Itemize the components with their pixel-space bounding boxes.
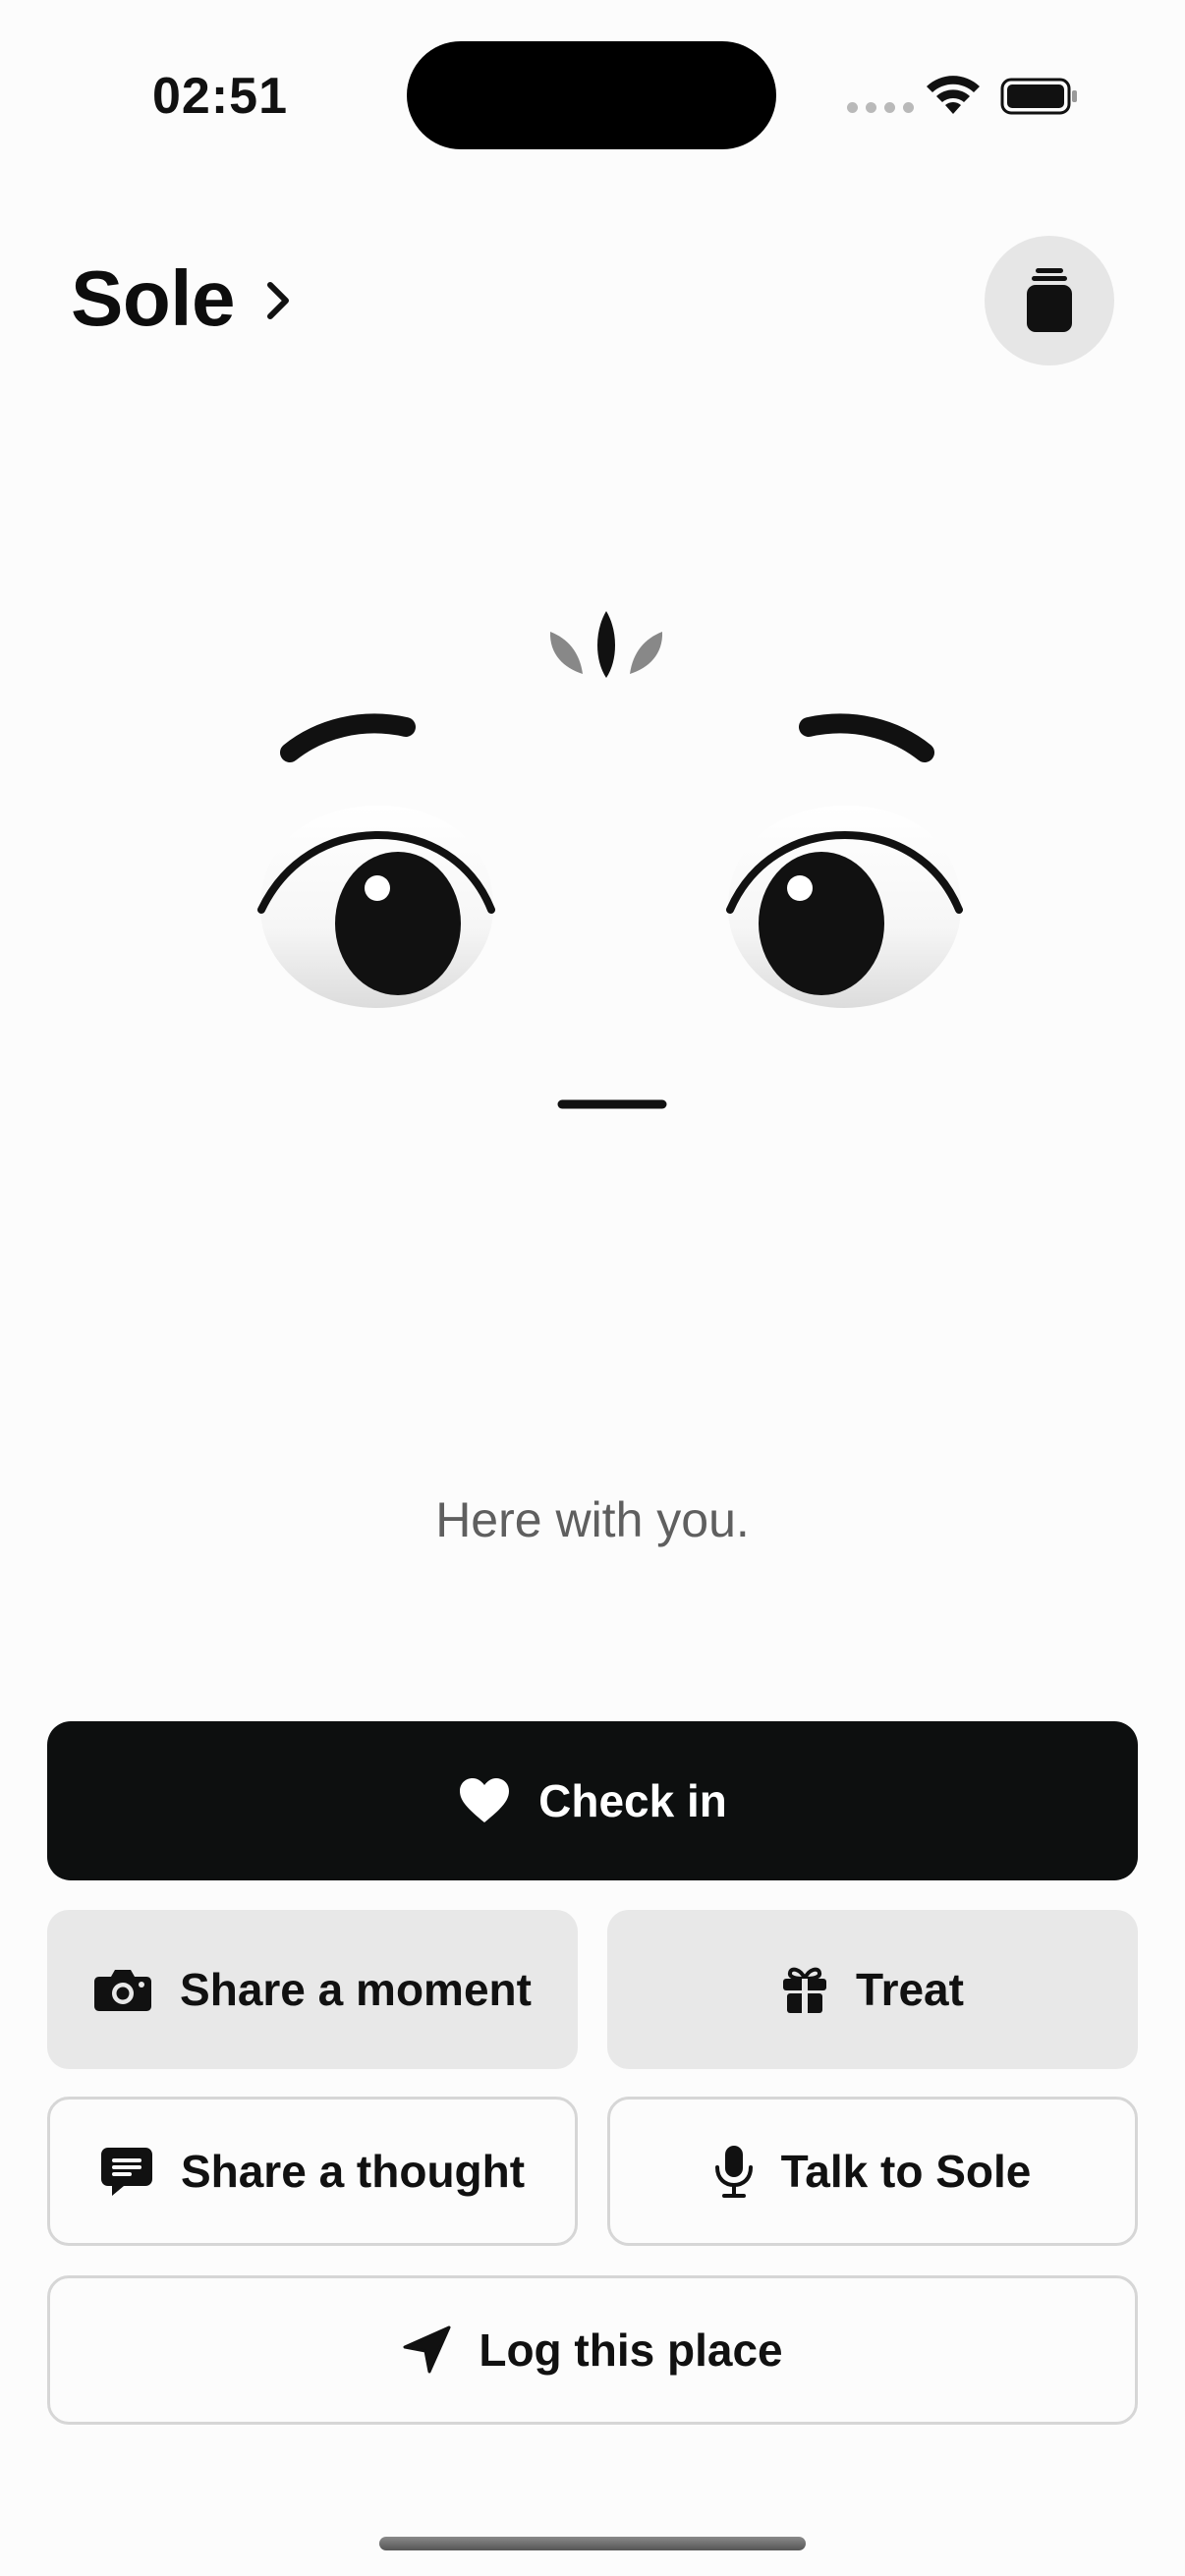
right-eye bbox=[726, 806, 963, 1008]
home-screen: 02:51 Sole Here with you. Check in Share… bbox=[0, 0, 1185, 2576]
log-place-label: Log this place bbox=[479, 2324, 783, 2376]
page-title: Sole bbox=[71, 254, 235, 342]
location-arrow-icon bbox=[403, 2325, 451, 2374]
home-indicator[interactable] bbox=[379, 2537, 806, 2550]
status-time: 02:51 bbox=[152, 68, 288, 125]
treat-label: Treat bbox=[856, 1964, 964, 2015]
share-moment-label: Share a moment bbox=[180, 1964, 532, 2015]
signal-dots-icon bbox=[847, 102, 914, 113]
share-moment-button[interactable]: Share a moment bbox=[47, 1910, 578, 2069]
camera-icon bbox=[94, 1970, 152, 2011]
treat-button[interactable]: Treat bbox=[607, 1910, 1138, 2069]
log-place-button[interactable]: Log this place bbox=[47, 2275, 1138, 2425]
talk-button[interactable]: Talk to Sole bbox=[607, 2097, 1138, 2246]
check-in-label: Check in bbox=[538, 1775, 727, 1826]
gift-icon bbox=[783, 1967, 827, 2014]
jar-button[interactable] bbox=[985, 236, 1114, 365]
companion-name-link[interactable]: Sole bbox=[71, 253, 292, 344]
wifi-icon bbox=[927, 76, 980, 114]
share-thought-label: Share a thought bbox=[180, 2146, 526, 2197]
sprout-icon bbox=[549, 611, 663, 678]
battery-icon bbox=[1000, 78, 1077, 115]
check-in-button[interactable]: Check in bbox=[47, 1721, 1138, 1880]
left-eyebrow bbox=[280, 713, 416, 762]
talk-label: Talk to Sole bbox=[780, 2146, 1032, 2197]
microphone-icon bbox=[714, 2146, 753, 2198]
share-thought-button[interactable]: Share a thought bbox=[47, 2097, 578, 2246]
left-eye bbox=[257, 806, 495, 1008]
message-icon bbox=[100, 2148, 152, 2196]
right-eyebrow bbox=[799, 713, 934, 762]
chevron-right-icon bbox=[266, 282, 289, 319]
companion-face bbox=[257, 611, 963, 1109]
jar-icon bbox=[1027, 268, 1072, 332]
heart-icon bbox=[460, 1778, 510, 1822]
dynamic-island bbox=[407, 41, 776, 149]
companion-status-text: Here with you. bbox=[435, 1492, 750, 1547]
